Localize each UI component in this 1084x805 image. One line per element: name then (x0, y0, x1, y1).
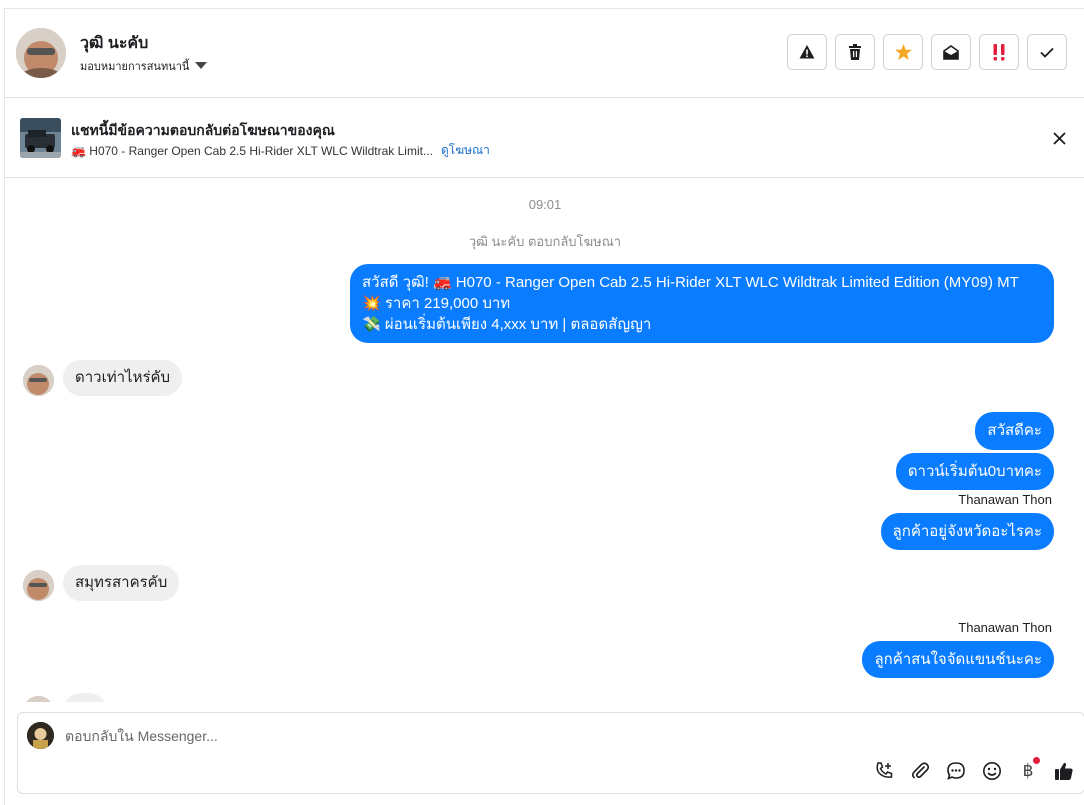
message-line: 💸 ผ่อนเริ่มต้นเพียง 4,xxx บาท | ตลอดสัญญ… (362, 316, 652, 333)
delete-button[interactable] (835, 34, 875, 70)
incoming-message[interactable]: ดาวเท่าไหร่คับ (63, 360, 183, 396)
incoming-message[interactable]: สมุทรสาครคับ (63, 565, 180, 601)
conversation-header: วุฒิ นะคับ มอบหมายการสนทนานี้ (5, 9, 1084, 98)
close-banner-button[interactable] (1049, 128, 1069, 148)
messenger-conversation-panel: วุฒิ นะคับ มอบหมายการสนทนานี้ แชทนี้มีข้… (4, 8, 1084, 805)
banner-ad-info: 🚒 H070 - Ranger Open Cab 2.5 Hi-Rider XL… (71, 141, 490, 160)
sender-name: Thanawan Thon (958, 620, 1052, 635)
message-composer: ฿ (17, 712, 1084, 794)
composer-toolbar: ฿ (872, 757, 1076, 783)
call-add-icon (876, 762, 893, 778)
outgoing-message[interactable]: ดาวน์เริ่มต้น0บาทคะ (895, 453, 1054, 490)
done-button[interactable] (1027, 34, 1067, 70)
notification-dot (1033, 757, 1040, 764)
contact-name[interactable]: วุฒิ นะคับ (80, 31, 148, 56)
assign-label: มอบหมายการสนทนานี้ (80, 61, 190, 73)
message-line: สวัสดี วุฒิ! 🚒 H070 - Ranger Open Cab 2.… (362, 274, 1019, 291)
banner-title: แชทนี้มีข้อความตอบกลับต่อโฆษณาของคุณ (71, 122, 335, 138)
emoji-icon (983, 762, 1001, 780)
ad-reply-banner: แชทนี้มีข้อความตอบกลับต่อโฆษณาของคุณ 🚒 H… (5, 98, 1084, 178)
outgoing-message[interactable]: ลูกค้าอยู่จังหวัดอะไรคะ (880, 513, 1054, 550)
sender-name: Thanawan Thon (958, 492, 1052, 507)
assign-conversation-dropdown[interactable]: มอบหมายการสนทนานี้ (80, 57, 208, 75)
message-timestamp: 09:01 (528, 197, 562, 212)
check-icon (1040, 47, 1054, 58)
baht-payment-icon: ฿ (1022, 761, 1034, 780)
contact-avatar-small (23, 365, 54, 396)
ad-reply-note: วุฒิ นะคับ ตอบกลับโฆษณา (468, 234, 622, 249)
message-line: 💥 ราคา 219,000 บาท (362, 295, 511, 312)
envelope-open-icon (943, 44, 959, 60)
emoji-button[interactable] (980, 759, 1004, 783)
attach-file-button[interactable] (908, 759, 932, 783)
close-icon (1052, 131, 1066, 145)
warning-icon (799, 45, 815, 59)
star-button[interactable] (883, 34, 923, 70)
contact-avatar-small (23, 696, 54, 702)
mark-unread-button[interactable] (931, 34, 971, 70)
contact-avatar[interactable] (16, 28, 66, 78)
outgoing-message-ad-greeting[interactable]: สวัสดี วุฒิ! 🚒 H070 - Ranger Open Cab 2.… (350, 264, 1054, 343)
ad-thumbnail[interactable] (20, 118, 61, 158)
conversation-toolbar (787, 34, 1067, 70)
call-add-button[interactable] (872, 759, 896, 783)
trash-icon (849, 44, 861, 60)
like-icon (1055, 762, 1073, 780)
attachment-icon (911, 762, 930, 779)
view-ad-link[interactable]: ดูโฆษณา (441, 141, 490, 160)
report-button[interactable] (787, 34, 827, 70)
message-input[interactable] (65, 725, 965, 747)
ad-title: 🚒 H070 - Ranger Open Cab 2.5 Hi-Rider XL… (71, 143, 433, 158)
priority-button[interactable] (979, 34, 1019, 70)
contact-avatar-small (23, 570, 54, 601)
page-avatar (27, 722, 54, 749)
caret-down-icon (195, 61, 208, 69)
like-button[interactable] (1052, 759, 1076, 783)
message-thread[interactable]: 09:01 วุฒิ นะคับ ตอบกลับโฆษณา สวัสดี วุฒ… (5, 179, 1084, 702)
star-icon (894, 44, 912, 60)
saved-reply-icon (947, 762, 965, 780)
outgoing-message[interactable]: สวัสดีคะ (975, 412, 1054, 450)
baht-payment-button[interactable]: ฿ (1016, 757, 1040, 783)
outgoing-message[interactable]: ลูกค้าสนใจจัดแขนช์นะคะ (862, 641, 1054, 678)
incoming-message-partial[interactable] (63, 693, 107, 702)
double-exclamation-icon (993, 43, 1005, 60)
saved-reply-button[interactable] (944, 759, 968, 783)
